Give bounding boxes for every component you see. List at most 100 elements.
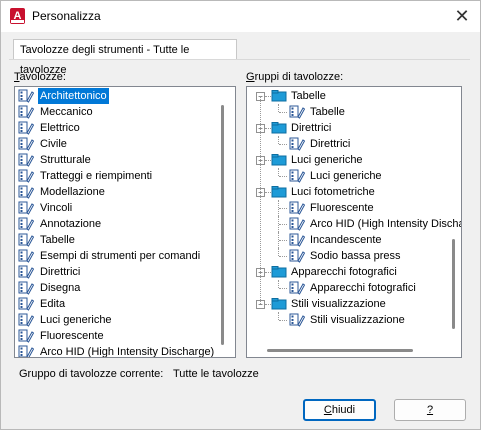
tool-palette-icon — [18, 313, 35, 327]
autocad-app-icon: A — [10, 8, 25, 24]
tool-palette-icon — [18, 265, 35, 279]
tool-palette-icon — [18, 105, 35, 119]
tool-palette-icon — [18, 217, 35, 231]
palette-group-folder-icon — [271, 153, 287, 167]
palette-groups-tree[interactable]: Stili visualizzazione − Stili visualizzazi… — [246, 86, 462, 358]
tree-group-node[interactable]: − Apparecchi fotografici — [247, 264, 447, 280]
tool-palette-icon — [289, 233, 306, 247]
palette-list-item-label: Architettonico — [38, 88, 109, 104]
tree-palette-node[interactable]: Stili visualizzazione — [247, 312, 447, 328]
palettes-label: Tavolozze: — [14, 71, 66, 83]
tree-node-label: Arco HID (High Intensity Discharge) — [310, 218, 461, 230]
title-bar: A Personalizza ✕ — [1, 1, 480, 32]
tool-palette-icon — [289, 217, 306, 231]
tree-palette-node[interactable]: Apparecchi fotografici — [247, 280, 447, 296]
tree-connector-line — [260, 96, 261, 304]
tree-node-label: Apparecchi fotografici — [291, 266, 397, 278]
tree-connector-line — [278, 248, 279, 256]
tool-palette-icon — [18, 297, 35, 311]
tool-palette-icon — [289, 137, 306, 151]
tree-node-label: Tabelle — [310, 106, 345, 118]
palette-list-item-label: Modellazione — [40, 186, 105, 198]
tree-palette-node[interactable]: Sodio bassa press — [247, 248, 447, 264]
tree-palette-node[interactable]: Luci generiche — [247, 168, 447, 184]
tree-node-label: Luci fotometriche — [291, 186, 375, 198]
tree-node-label: Tabelle — [291, 90, 326, 102]
palette-list-item-label: Direttrici — [40, 266, 81, 278]
current-group-label: Gruppo di tavolozze corrente: — [19, 368, 164, 380]
tree-connector-line — [278, 312, 279, 320]
palette-list-item-label: Luci generiche — [40, 314, 112, 326]
tree-palette-node[interactable]: Incandescente — [247, 232, 447, 248]
palettes-scrollbar-thumb[interactable] — [221, 105, 224, 345]
tool-palette-icon — [289, 105, 306, 119]
tree-node-label: Stili visualizzazione — [291, 298, 386, 310]
tool-palette-icon — [289, 201, 306, 215]
tree-node-label: Direttrici — [310, 138, 351, 150]
palette-list-item-label: Civile — [40, 138, 67, 150]
tree-connector-line — [279, 208, 287, 209]
tree-connector-line — [279, 224, 287, 225]
palette-group-folder-icon — [271, 121, 287, 135]
groups-hscrollbar-thumb[interactable] — [267, 349, 413, 352]
tool-palette-icon — [18, 153, 35, 167]
tree-palette-node[interactable]: Arco HID (High Intensity Discharge) — [247, 216, 461, 232]
tool-palette-icon — [289, 313, 306, 327]
palette-group-folder-icon — [271, 297, 287, 311]
tree-palette-node[interactable]: Direttrici — [247, 136, 447, 152]
tree-node-label: Apparecchi fotografici — [310, 282, 416, 294]
help-button[interactable]: ? — [394, 399, 466, 421]
palette-list-item-label: Elettrico — [40, 122, 80, 134]
tree-connector-line — [279, 176, 287, 177]
groups-vscrollbar-thumb[interactable] — [452, 239, 455, 329]
tool-palette-icon — [18, 249, 35, 263]
tree-node-label: Incandescente — [310, 234, 382, 246]
tool-palette-icon — [18, 345, 35, 357]
palette-list-item-label: Tabelle — [40, 234, 75, 246]
tool-palette-icon — [18, 201, 35, 215]
palette-groups-label: Gruppi di tavolozze: — [246, 71, 344, 83]
tool-palette-icon — [18, 169, 35, 183]
tree-connector-line — [278, 104, 279, 112]
palette-group-folder-icon — [271, 185, 287, 199]
tree-palette-node[interactable]: Tabelle — [247, 104, 447, 120]
palette-list-item-label: Fluorescente — [40, 330, 104, 342]
palette-list-item-label: Tratteggi e riempimenti — [40, 170, 153, 182]
palette-list-item-label: Arco HID (High Intensity Discharge) — [40, 346, 215, 358]
tree-connector-line — [279, 288, 287, 289]
palette-group-folder-icon — [271, 89, 287, 103]
customize-dialog: A Personalizza ✕ Tavolozze degli strumen… — [0, 0, 481, 430]
tree-palette-node[interactable]: Fluorescente — [247, 200, 447, 216]
tree-connector-line — [279, 320, 287, 321]
tool-palette-icon — [289, 249, 306, 263]
tab-palettes-all[interactable]: Tavolozze degli strumenti - Tutte le tav… — [13, 39, 237, 76]
tool-palette-icon — [18, 121, 35, 135]
tree-connector-line — [278, 136, 279, 144]
tree-group-node[interactable]: − Direttrici — [247, 120, 447, 136]
tool-palette-icon — [18, 137, 35, 151]
tree-connector-line — [279, 112, 287, 113]
tool-palette-icon — [18, 185, 35, 199]
palettes-listbox[interactable]: Arco HID (High Intensity Discharge) Fluor… — [14, 86, 236, 358]
tree-node-label: Sodio bassa press — [310, 250, 401, 262]
palette-list-item-label: Disegna — [40, 282, 81, 294]
tree-group-node[interactable]: − Tabelle — [247, 88, 447, 104]
tree-node-label: Luci generiche — [291, 154, 363, 166]
tree-connector-line — [279, 256, 287, 257]
tool-palette-icon — [289, 169, 306, 183]
close-icon[interactable]: ✕ — [450, 5, 474, 27]
tool-palette-icon — [289, 281, 306, 295]
tree-group-node[interactable]: − Luci fotometriche — [247, 184, 447, 200]
palette-group-folder-icon — [271, 265, 287, 279]
current-group-value: Tutte le tavolozze — [173, 368, 259, 380]
palette-list-item-label: Edita — [40, 298, 66, 310]
palette-list-item-label: Strutturale — [40, 154, 91, 166]
close-button[interactable]: Chiudi — [303, 399, 376, 421]
window-title: Personalizza — [32, 9, 101, 23]
tree-group-node[interactable]: − Stili visualizzazione — [247, 296, 447, 312]
palette-list-item-label: Meccanico — [40, 106, 93, 118]
tool-palette-icon — [18, 281, 35, 295]
tree-connector-line — [279, 240, 287, 241]
tree-connector-line — [279, 144, 287, 145]
tree-group-node[interactable]: − Luci generiche — [247, 152, 447, 168]
